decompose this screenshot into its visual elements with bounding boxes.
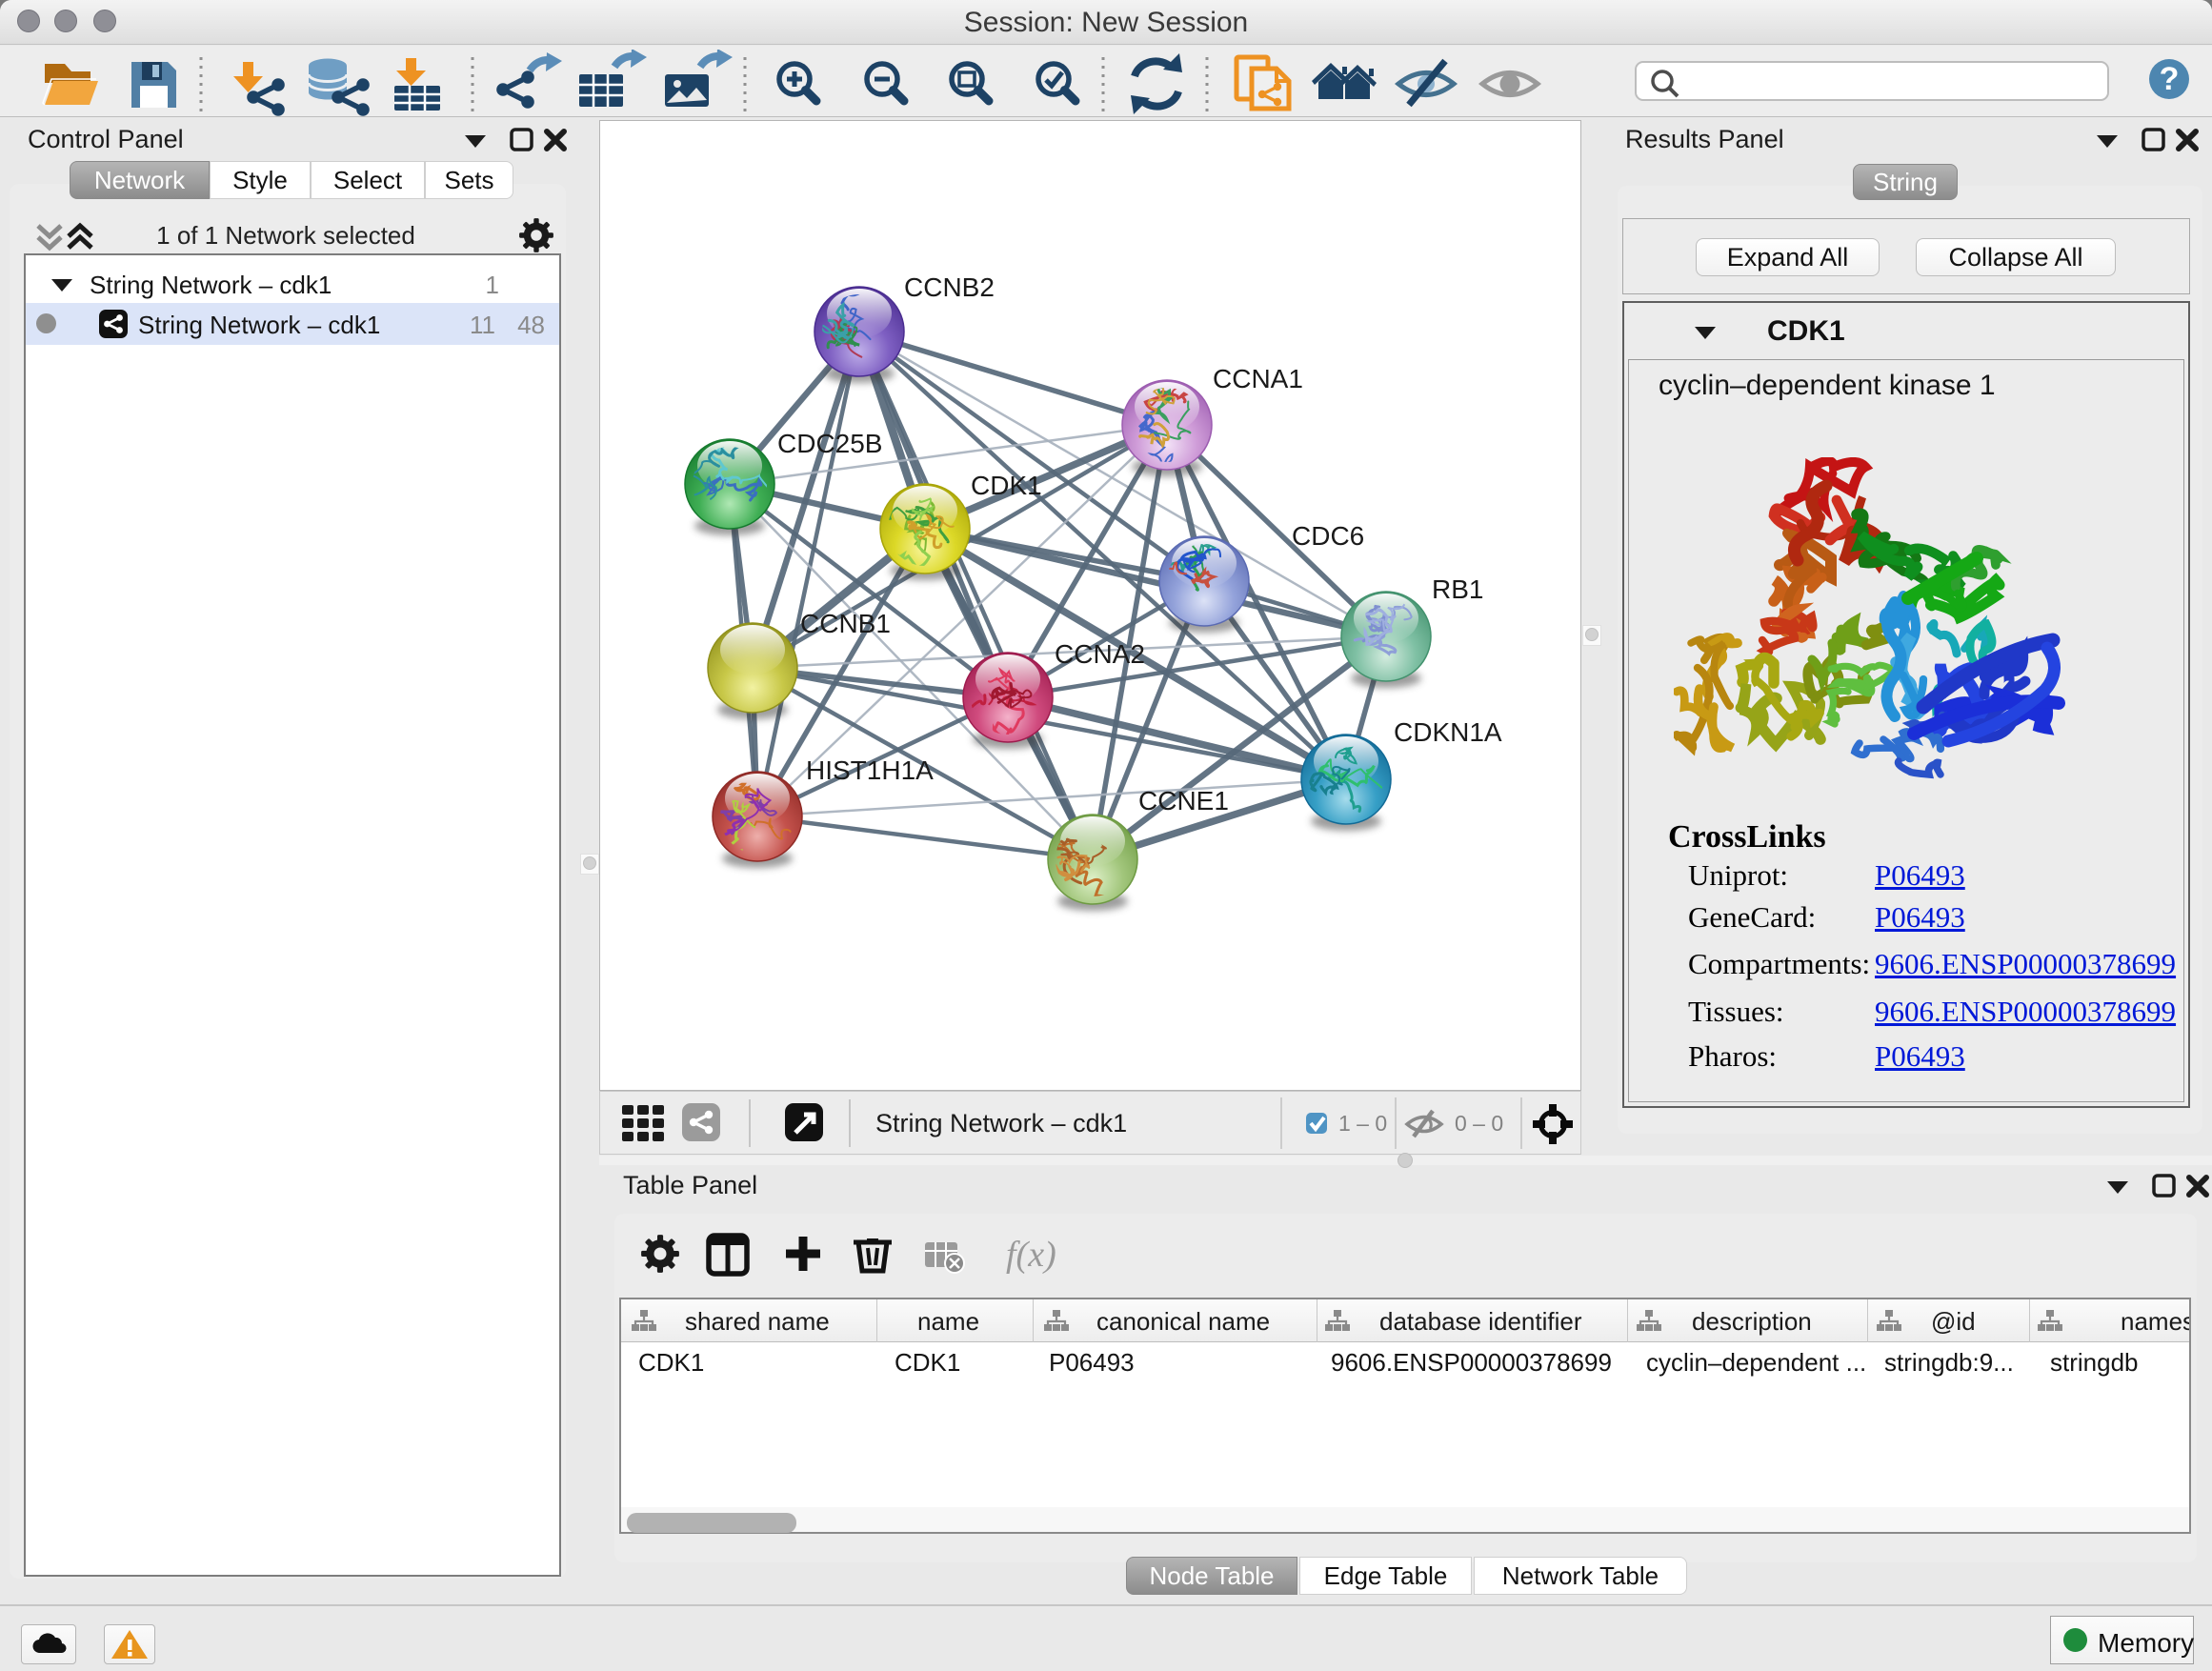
- svg-text:CDC6: CDC6: [1292, 521, 1364, 551]
- svg-text:f(x): f(x): [1006, 1235, 1056, 1275]
- svg-text:String Network – cdk1: String Network – cdk1: [875, 1109, 1127, 1137]
- svg-text:RB1: RB1: [1432, 574, 1483, 604]
- svg-text:HIST1H1A: HIST1H1A: [806, 755, 934, 785]
- svg-text:CDKN1A: CDKN1A: [1394, 717, 1502, 747]
- svg-text:CDC25B: CDC25B: [777, 429, 882, 458]
- svg-text:CCNA1: CCNA1: [1213, 364, 1303, 393]
- svg-text:0 – 0: 0 – 0: [1455, 1111, 1503, 1136]
- svg-text:CCNB1: CCNB1: [800, 609, 891, 638]
- svg-text:CDK1: CDK1: [971, 471, 1042, 500]
- svg-text:CCNA2: CCNA2: [1055, 639, 1145, 669]
- svg-text:CCNB2: CCNB2: [904, 272, 995, 302]
- svg-text:CCNE1: CCNE1: [1138, 786, 1229, 815]
- svg-text:1 – 0: 1 – 0: [1338, 1111, 1387, 1136]
